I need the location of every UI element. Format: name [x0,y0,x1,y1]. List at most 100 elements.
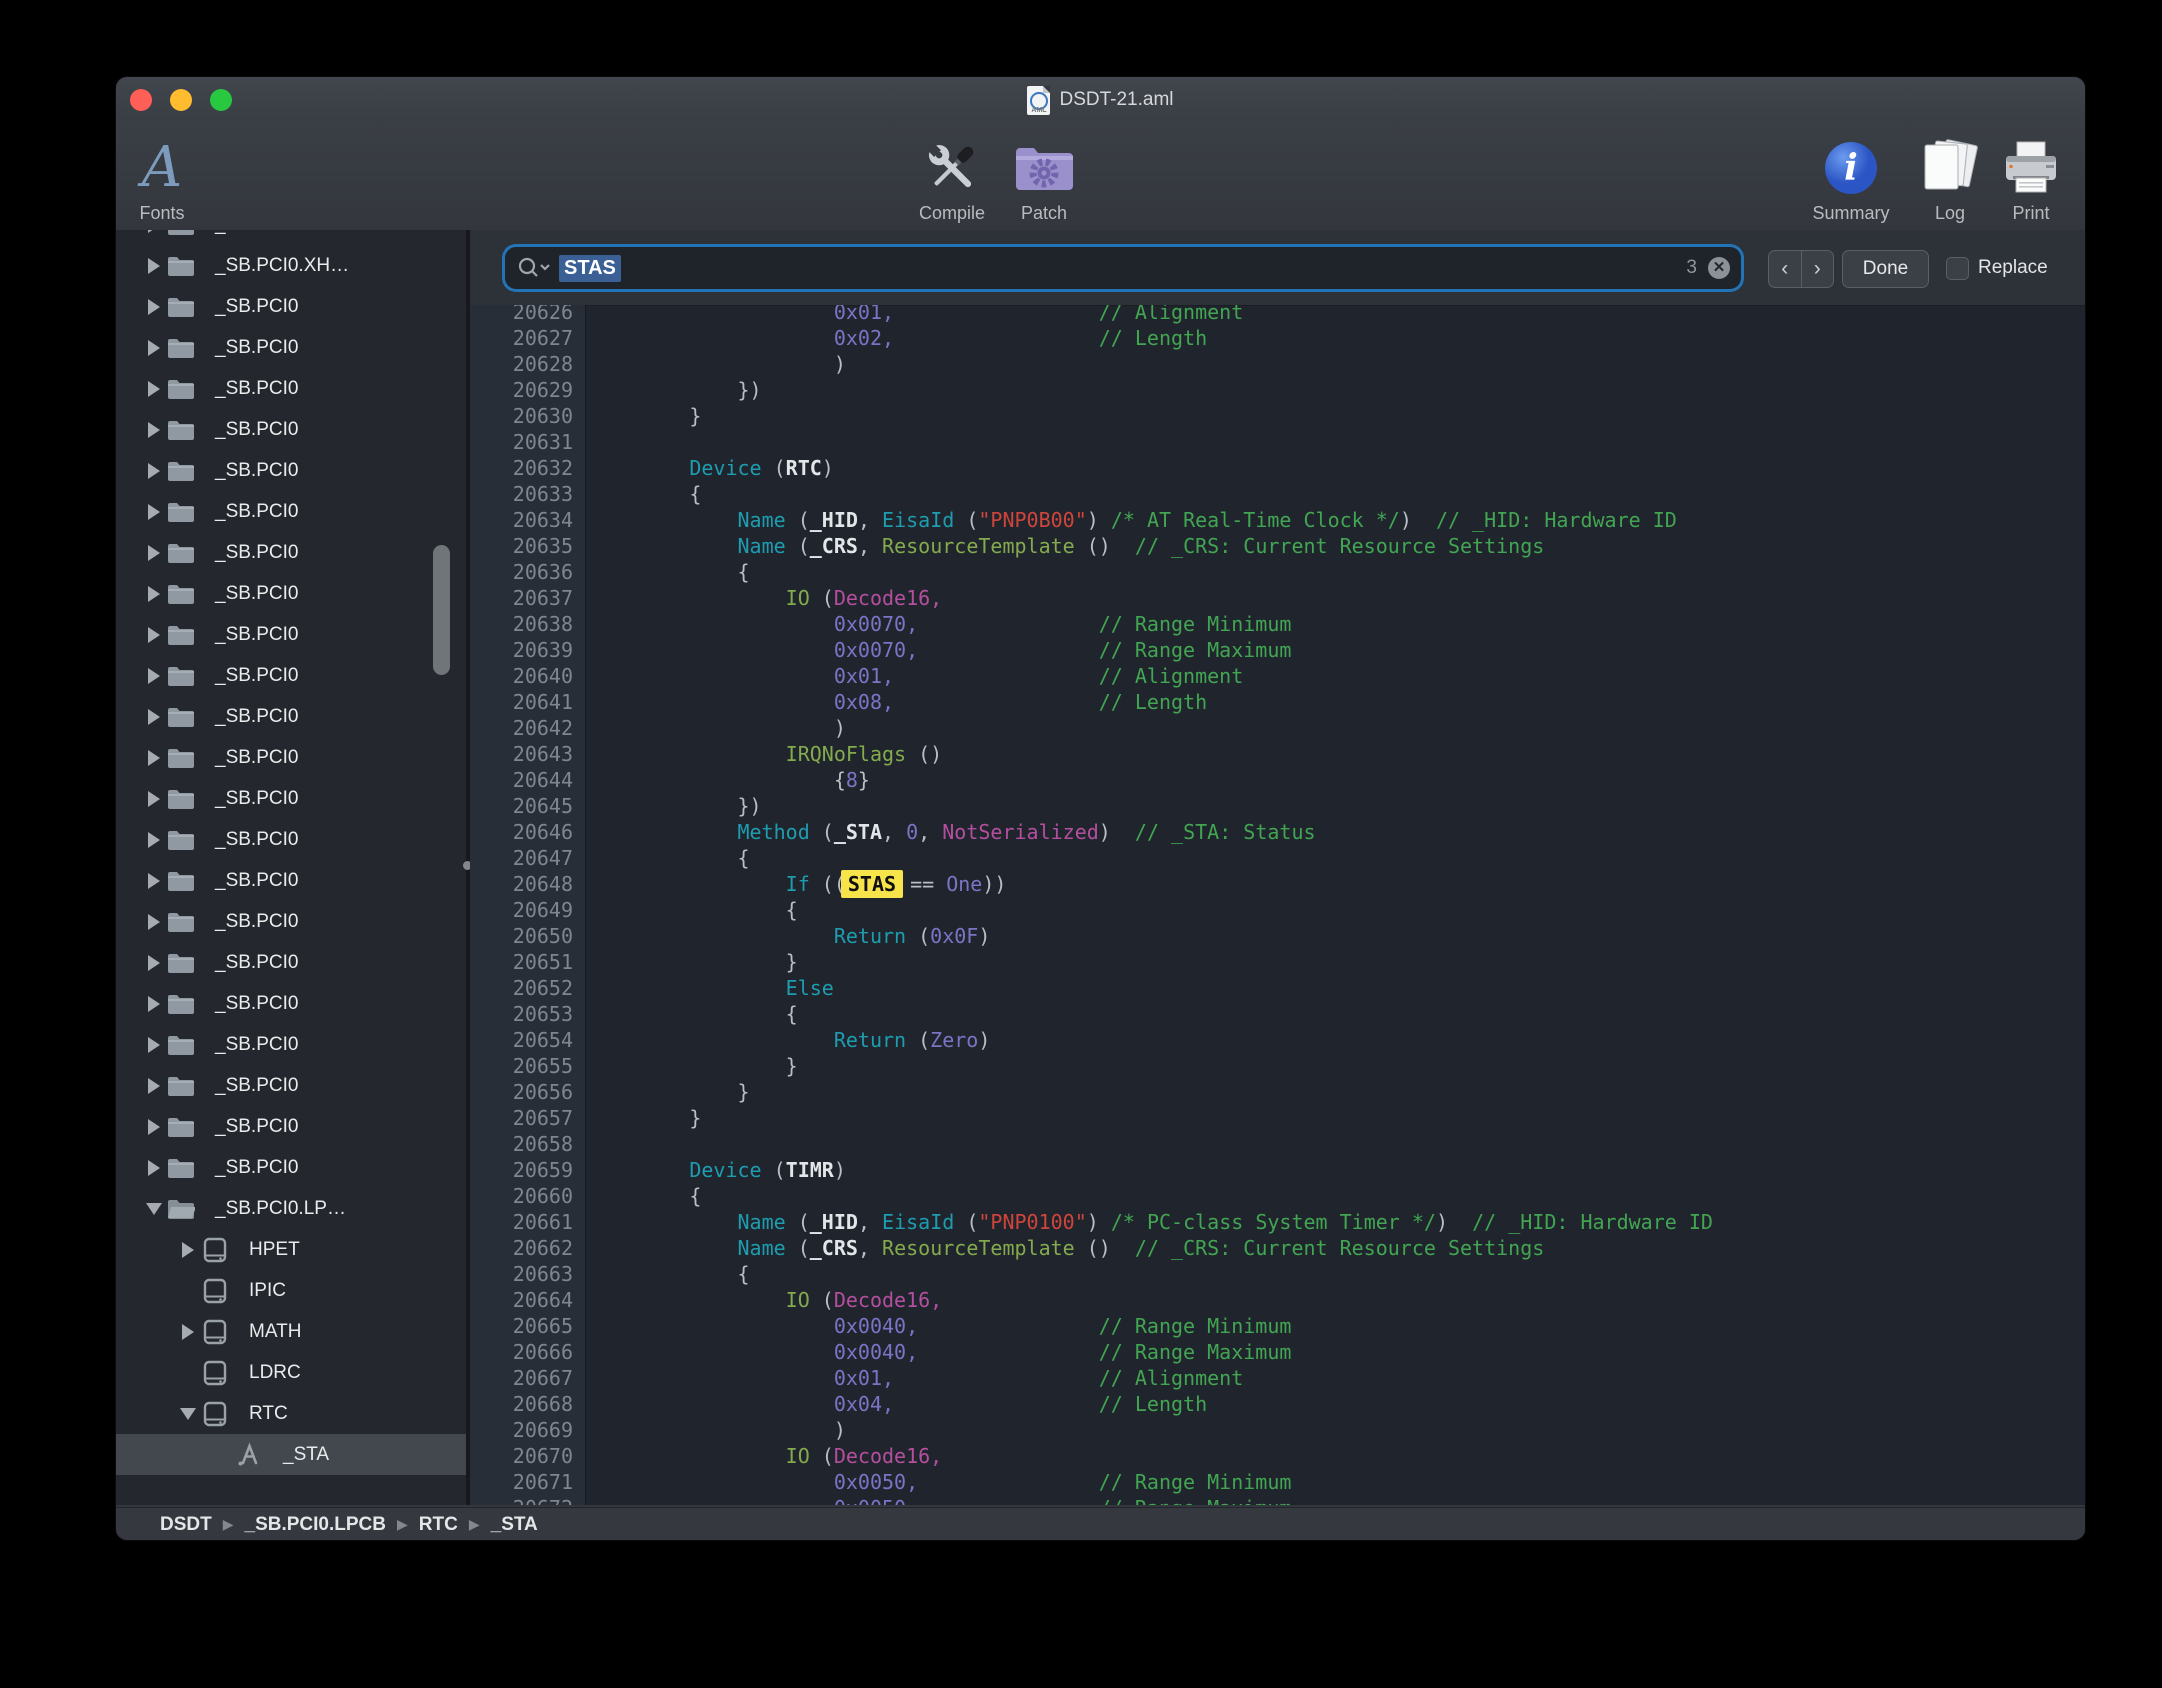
code-line[interactable]: 20654 Return (Zero) [470,1027,2085,1053]
code-line[interactable]: 20648 If ((STAS == One)) [470,871,2085,897]
code-line[interactable]: 20655 } [470,1053,2085,1079]
breadcrumb-item[interactable]: _SB.PCI0.LPCB [245,1514,386,1536]
disclosure-triangle-icon[interactable] [142,463,166,479]
tree-item--sb-pci0[interactable]: _SB.PCI0 [116,491,466,532]
disclosure-triangle-icon[interactable] [142,299,166,315]
code-view[interactable]: 20626 0x01, // Alignment20627 0x02, // L… [470,305,2085,1505]
disclosure-triangle-icon[interactable] [142,832,166,848]
compile-button[interactable]: Compile [902,129,1002,224]
disclosure-triangle-icon[interactable] [142,955,166,971]
tree-item-hpet[interactable]: HPET [116,1229,466,1270]
code-line[interactable]: 20671 0x0050, // Range Minimum [470,1469,2085,1495]
find-input[interactable]: STAS 3 ✕ [505,247,1741,289]
tree-item--sb-pci0[interactable]: _SB.PCI0 [116,696,466,737]
disclosure-triangle-icon[interactable] [142,258,166,274]
code-line[interactable]: 20632 Device (RTC) [470,455,2085,481]
disclosure-triangle-icon[interactable] [142,340,166,356]
code-line[interactable]: 20653 { [470,1001,2085,1027]
code-line[interactable]: 20661 Name (_HID, EisaId ("PNP0100") /* … [470,1209,2085,1235]
code-line[interactable]: 20639 0x0070, // Range Maximum [470,637,2085,663]
code-line[interactable]: 20643 IRQNoFlags () [470,741,2085,767]
tree-item--sb-pci0[interactable]: _SB.PCI0 [116,532,466,573]
disclosure-triangle-icon[interactable] [142,914,166,930]
disclosure-triangle-icon[interactable] [142,381,166,397]
code-line[interactable]: 20633 { [470,481,2085,507]
tree-item--sb-pci0-xh-[interactable]: _SB.PCI0.XH… [116,245,466,286]
tree-item--sb-pci0[interactable]: _SB.PCI0 [116,327,466,368]
summary-button[interactable]: i Summary [1800,129,1902,224]
code-line[interactable]: 20646 Method (_STA, 0, NotSerialized) //… [470,819,2085,845]
code-line[interactable]: 20652 Else [470,975,2085,1001]
tree-item--sb-pci0[interactable]: _SB.PCI0 [116,655,466,696]
code-line[interactable]: 20651 } [470,949,2085,975]
code-line[interactable]: 20658 [470,1131,2085,1157]
code-line[interactable]: 20628 ) [470,351,2085,377]
code-line[interactable]: 20659 Device (TIMR) [470,1157,2085,1183]
disclosure-triangle-icon[interactable] [142,545,166,561]
breadcrumb-item[interactable]: _STA [491,1514,538,1536]
tree-item--sta[interactable]: _STA [116,1434,466,1475]
code-line[interactable]: 20629 }) [470,377,2085,403]
log-button[interactable]: Log [1911,129,1989,224]
code-line[interactable]: 20631 [470,429,2085,455]
code-line[interactable]: 20627 0x02, // Length [470,325,2085,351]
code-line[interactable]: 20638 0x0070, // Range Minimum [470,611,2085,637]
code-line[interactable]: 20668 0x04, // Length [470,1391,2085,1417]
code-line[interactable]: 20641 0x08, // Length [470,689,2085,715]
code-line[interactable]: 20660 { [470,1183,2085,1209]
print-button[interactable]: Print [1994,129,2068,224]
tree-item--sb-pci0[interactable]: _SB.PCI0 [116,614,466,655]
disclosure-triangle-icon[interactable] [142,1119,166,1135]
code-line[interactable]: 20635 Name (_CRS, ResourceTemplate () //… [470,533,2085,559]
code-line[interactable]: 20626 0x01, // Alignment [470,305,2085,325]
code-line[interactable]: 20672 0x0050, // Range Maximum [470,1495,2085,1505]
code-line[interactable]: 20667 0x01, // Alignment [470,1365,2085,1391]
tree-item--sb-pci0[interactable]: _SB.PCI0 [116,409,466,450]
breadcrumb-item[interactable]: DSDT [160,1514,212,1536]
code-line[interactable]: 20662 Name (_CRS, ResourceTemplate () //… [470,1235,2085,1261]
disclosure-triangle-icon[interactable] [142,668,166,684]
code-line[interactable]: 20642 ) [470,715,2085,741]
tree-item--sb-pci0[interactable]: _SB.PCI0 [116,1147,466,1188]
code-line[interactable]: 20650 Return (0x0F) [470,923,2085,949]
fonts-button[interactable]: A Fonts [122,129,202,224]
code-line[interactable]: 20670 IO (Decode16, [470,1443,2085,1469]
tree-item--sb-pci0[interactable]: _SB.PCI0 [116,819,466,860]
code-line[interactable]: 20656 } [470,1079,2085,1105]
tree-item-math[interactable]: MATH [116,1311,466,1352]
tree-item--sb-pci0[interactable]: _SB.PCI0 [116,778,466,819]
code-line[interactable]: 20657 } [470,1105,2085,1131]
done-button[interactable]: Done [1842,250,1929,288]
disclosure-triangle-icon[interactable] [176,1242,200,1258]
code-line[interactable]: 20636 { [470,559,2085,585]
disclosure-triangle-icon[interactable] [176,1408,200,1420]
tree-item--sb-pci0[interactable]: _SB.PCI0 [116,573,466,614]
disclosure-triangle-icon[interactable] [142,504,166,520]
tree-item--sb-pci0[interactable]: _SB.PCI0 [116,901,466,942]
tree-item--sb-pci0[interactable]: _SB.PCI0 [116,737,466,778]
disclosure-triangle-icon[interactable] [142,996,166,1012]
tree-item--sb-pci0[interactable]: _SB.PCI0 [116,942,466,983]
code-line[interactable]: 20644 {8} [470,767,2085,793]
code-line[interactable]: 20645 }) [470,793,2085,819]
tree-item--sb-pci0-lp-[interactable]: _SB.PCI0.LP… [116,1188,466,1229]
code-line[interactable]: 20669 ) [470,1417,2085,1443]
tree-item--sb-pci0[interactable]: _SB.PCI0 [116,230,466,245]
disclosure-triangle-icon[interactable] [142,627,166,643]
tree-item--sb-pci0[interactable]: _SB.PCI0 [116,286,466,327]
tree-item--sb-pci0[interactable]: _SB.PCI0 [116,860,466,901]
code-line[interactable]: 20649 { [470,897,2085,923]
code-line[interactable]: 20666 0x0040, // Range Maximum [470,1339,2085,1365]
tree-item--sb-pci0[interactable]: _SB.PCI0 [116,1106,466,1147]
code-line[interactable]: 20640 0x01, // Alignment [470,663,2085,689]
replace-checkbox[interactable] [1946,257,1969,280]
tree-item-ldrc[interactable]: LDRC [116,1352,466,1393]
code-line[interactable]: 20647 { [470,845,2085,871]
code-line[interactable]: 20637 IO (Decode16, [470,585,2085,611]
clear-search-icon[interactable]: ✕ [1708,257,1730,279]
disclosure-triangle-icon[interactable] [176,1324,200,1340]
disclosure-triangle-icon[interactable] [142,230,166,233]
tree-item--sb-pci0[interactable]: _SB.PCI0 [116,1065,466,1106]
disclosure-triangle-icon[interactable] [142,791,166,807]
disclosure-triangle-icon[interactable] [142,873,166,889]
